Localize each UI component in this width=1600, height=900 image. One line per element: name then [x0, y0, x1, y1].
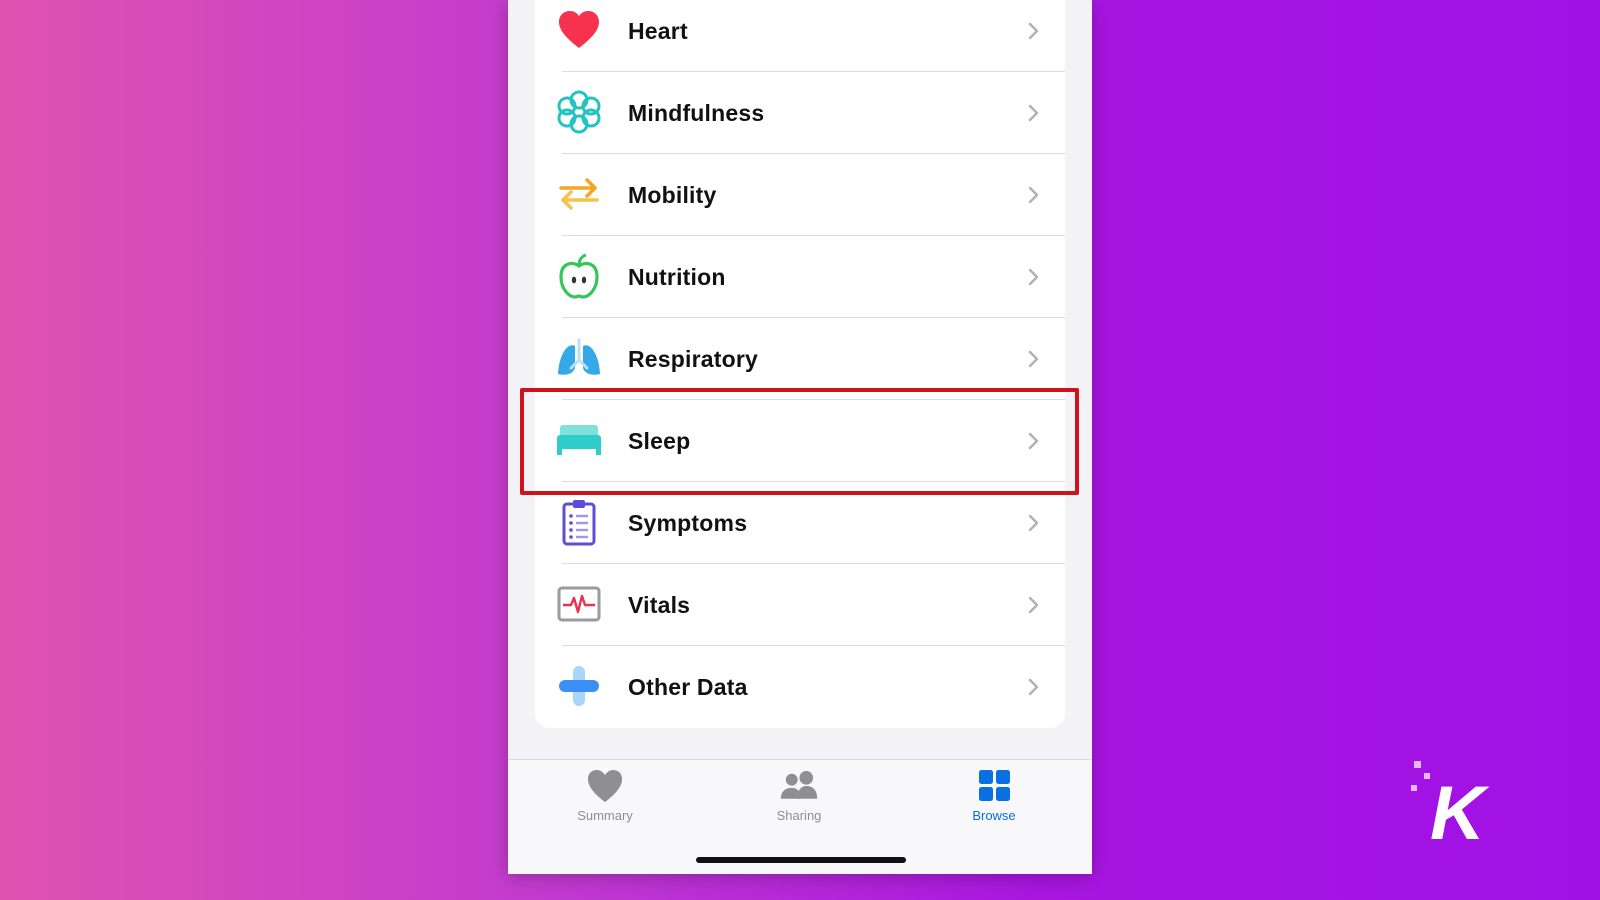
chevron-right-icon [1028, 596, 1039, 614]
lungs-icon [555, 334, 603, 382]
tab-bar: Summary Sharing Browse [508, 759, 1092, 874]
knowtechie-logo: K [1411, 761, 1490, 845]
chevron-right-icon [1028, 350, 1039, 368]
people-icon [780, 771, 818, 799]
heart-tab-icon [588, 770, 622, 802]
mobility-arrows-icon [555, 170, 603, 218]
chevron-right-icon [1028, 186, 1039, 204]
mindfulness-icon [555, 88, 603, 136]
category-label: Other Data [628, 674, 748, 700]
chevron-right-icon [1028, 104, 1039, 122]
tab-summary[interactable]: Summary [545, 768, 665, 828]
tab-label: Summary [577, 808, 633, 823]
category-label: Heart [628, 18, 688, 44]
chevron-right-icon [1028, 514, 1039, 532]
health-categories-list: Heart Mindfulness Mobility Nutrition Res… [535, 0, 1065, 728]
vitals-monitor-icon [555, 580, 603, 628]
heart-icon [555, 6, 603, 54]
category-label: Nutrition [628, 264, 726, 290]
chevron-right-icon [1028, 22, 1039, 40]
category-row-mobility[interactable]: Mobility [535, 154, 1065, 236]
category-row-nutrition[interactable]: Nutrition [535, 236, 1065, 318]
category-row-other-data[interactable]: Other Data [535, 646, 1065, 728]
category-label: Vitals [628, 592, 691, 618]
watermark-letter: K [1430, 771, 1490, 845]
grid-icon [979, 770, 1010, 801]
category-label: Mindfulness [628, 100, 765, 126]
category-row-vitals[interactable]: Vitals [535, 564, 1065, 646]
chevron-right-icon [1028, 268, 1039, 286]
category-label: Mobility [628, 182, 717, 208]
tab-label: Sharing [776, 808, 822, 823]
chevron-right-icon [1028, 678, 1039, 696]
tab-browse[interactable]: Browse [934, 768, 1054, 828]
clipboard-icon [555, 498, 603, 546]
plus-icon [555, 662, 603, 710]
apple-icon [555, 252, 603, 300]
sleep-highlight-box [520, 388, 1079, 495]
tab-label: Browse [972, 808, 1016, 823]
home-indicator[interactable] [696, 857, 906, 863]
category-row-heart[interactable]: Heart [535, 0, 1065, 72]
category-row-mindfulness[interactable]: Mindfulness [535, 72, 1065, 154]
tab-sharing[interactable]: Sharing [739, 768, 859, 828]
